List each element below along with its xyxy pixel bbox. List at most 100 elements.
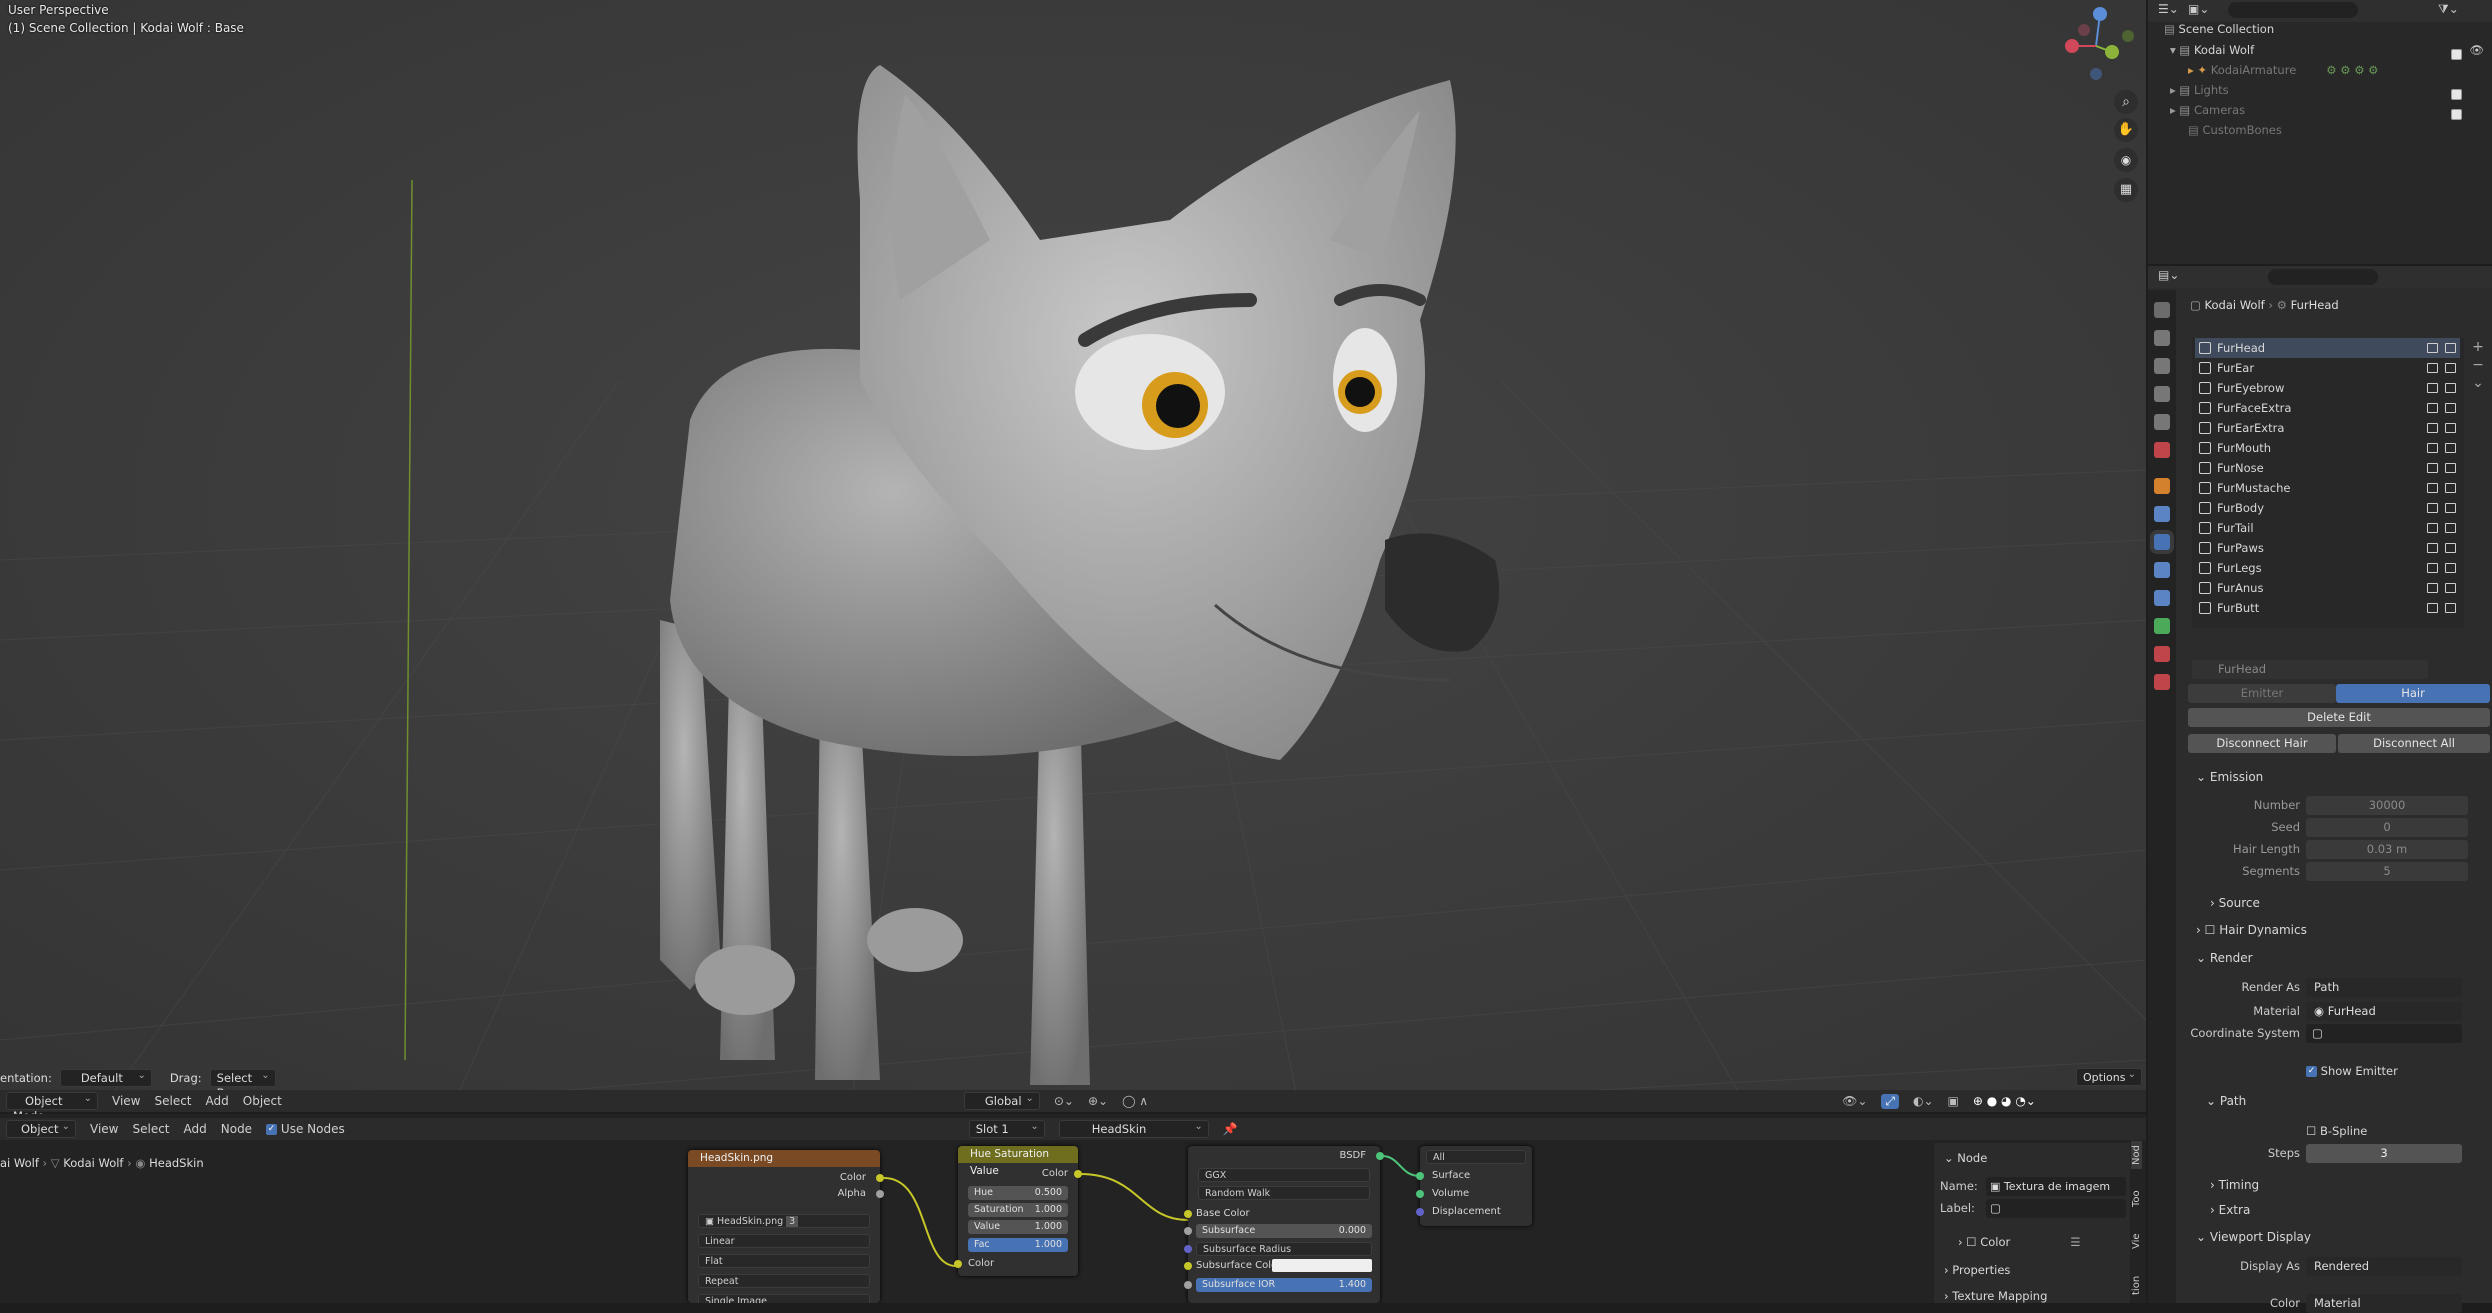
node-editor[interactable]: Object View Select Add Node ✓ Use Nodes … bbox=[0, 1114, 2146, 1303]
image-datablock[interactable]: ▣ HeadSkin.png 3 bbox=[698, 1214, 870, 1228]
snap-icon[interactable]: ⊕⌄ bbox=[1088, 1094, 1108, 1108]
projection-select[interactable]: Flat bbox=[698, 1254, 870, 1268]
constraints-tab-icon[interactable] bbox=[2154, 590, 2170, 606]
physics-tab-icon[interactable] bbox=[2154, 562, 2170, 578]
outliner-search-input[interactable] bbox=[2228, 2, 2358, 18]
image-texture-node[interactable]: HeadSkin.png Color Alpha ▣ HeadSkin.png … bbox=[688, 1150, 884, 1303]
source-select[interactable]: Single Image bbox=[698, 1294, 870, 1303]
particle-system-item[interactable]: FurPaws bbox=[2195, 538, 2460, 558]
subsurface-ior-field[interactable]: Subsurface IOR 1.400 bbox=[1196, 1278, 1372, 1292]
viewport-display-panel-header[interactable]: ⌄ Viewport Display bbox=[2196, 1228, 2311, 1246]
color-input-socket[interactable] bbox=[954, 1260, 962, 1268]
mode-select[interactable]: Object Mode bbox=[6, 1091, 98, 1123]
list-add-remove-buttons[interactable]: + − ⌄ bbox=[2470, 338, 2486, 398]
subsurface-radius-socket[interactable] bbox=[1184, 1245, 1192, 1253]
menu-view[interactable]: View bbox=[112, 1094, 140, 1108]
node-panel-header[interactable]: ⌄ Node bbox=[1944, 1149, 1987, 1167]
properties-editor-icon[interactable]: ▤⌄ bbox=[2158, 268, 2179, 282]
outliner-item-cameras[interactable]: ▸ ▤ Cameras bbox=[2148, 100, 2492, 120]
hair-type-button[interactable]: Hair bbox=[2336, 684, 2490, 703]
outliner-item-lights[interactable]: ▸ ▤ Lights bbox=[2148, 80, 2492, 100]
exclude-checkbox[interactable] bbox=[2451, 49, 2462, 60]
orientation-select[interactable]: Default bbox=[59, 1068, 152, 1087]
render-panel-header[interactable]: ⌄ Render bbox=[2196, 949, 2253, 967]
tool-tab-icon[interactable] bbox=[2154, 302, 2170, 318]
menu-object[interactable]: Object bbox=[243, 1094, 282, 1108]
color-select[interactable]: Material bbox=[2306, 1294, 2462, 1313]
extra-panel-header[interactable]: › Extra bbox=[2210, 1201, 2250, 1219]
data-tab-icon[interactable] bbox=[2154, 618, 2170, 634]
object-tab-icon[interactable] bbox=[2154, 478, 2170, 494]
subsurface-color-swatch[interactable] bbox=[1272, 1259, 1372, 1272]
steps-field[interactable]: 3 bbox=[2306, 1144, 2462, 1163]
proportional-icon[interactable]: ◯ ∧ bbox=[1122, 1094, 1148, 1108]
eye-icon[interactable]: 👁 bbox=[2469, 40, 2484, 60]
camera-view-icon[interactable]: ◉ bbox=[2114, 148, 2138, 172]
disconnect-all-button[interactable]: Disconnect All bbox=[2338, 734, 2490, 753]
material-output-node[interactable]: All Surface Volume Displacement bbox=[1416, 1146, 1532, 1226]
render-tab-icon[interactable] bbox=[2154, 330, 2170, 346]
gizmo-toggle-icon[interactable]: ⤢ bbox=[1881, 1093, 1899, 1109]
particle-system-item[interactable]: FurAnus bbox=[2195, 578, 2460, 598]
particle-system-item[interactable]: FurHead bbox=[2195, 338, 2460, 358]
properties-search-input[interactable] bbox=[2268, 269, 2378, 285]
particle-system-item[interactable]: FurLegs bbox=[2195, 558, 2460, 578]
sidebar-tab-option[interactable]: tion bbox=[2131, 1272, 2142, 1299]
hue-field[interactable]: Hue 0.500 bbox=[968, 1186, 1068, 1200]
particles-tab-icon[interactable] bbox=[2154, 534, 2170, 550]
fac-field[interactable]: Fac 1.000 bbox=[968, 1238, 1068, 1252]
display-mode-icon[interactable]: ▣⌄ bbox=[2188, 2, 2209, 16]
particle-system-item[interactable]: FurEyebrow bbox=[2195, 378, 2460, 398]
volume-socket[interactable] bbox=[1416, 1190, 1424, 1198]
output-tab-icon[interactable] bbox=[2154, 358, 2170, 374]
render-as-select[interactable]: Path bbox=[2306, 978, 2462, 997]
display-as-select[interactable]: Rendered bbox=[2306, 1257, 2462, 1276]
alpha-output-socket[interactable] bbox=[876, 1190, 884, 1198]
zoom-icon[interactable]: ⌕ bbox=[2114, 90, 2138, 114]
displacement-socket[interactable] bbox=[1416, 1208, 1424, 1216]
delete-edit-button[interactable]: Delete Edit bbox=[2188, 708, 2490, 727]
node-label-field[interactable]: ▢ bbox=[1986, 1199, 2126, 1218]
sidebar-tab-node[interactable]: Nod bbox=[2131, 1141, 2142, 1169]
particle-system-item[interactable]: FurBody bbox=[2195, 498, 2460, 518]
outliner-scene-collection[interactable]: ▤ Scene Collection bbox=[2148, 19, 2492, 39]
outliner-item-armature[interactable]: ▸ ✦ KodaiArmature ⚙ ⚙ ⚙ ⚙ bbox=[2148, 60, 2492, 80]
number-field[interactable]: 30000 bbox=[2306, 796, 2468, 815]
particle-system-item[interactable]: FurMouth bbox=[2195, 438, 2460, 458]
surface-socket[interactable] bbox=[1416, 1172, 1424, 1180]
outliner-item-kodai-wolf[interactable]: ▾ ▤ Kodai Wolf 👁 bbox=[2148, 40, 2492, 60]
segments-field[interactable]: 5 bbox=[2306, 862, 2468, 881]
subsurface-socket[interactable] bbox=[1184, 1227, 1192, 1235]
path-panel-header[interactable]: ⌄ Path bbox=[2206, 1092, 2246, 1110]
node-name-field[interactable]: ▣ Textura de imagem bbox=[1986, 1177, 2126, 1196]
color-output-socket[interactable] bbox=[1074, 1170, 1082, 1178]
particle-system-item[interactable]: FurFaceExtra bbox=[2195, 398, 2460, 418]
disconnect-hair-button[interactable]: Disconnect Hair bbox=[2188, 734, 2336, 753]
show-emitter-checkbox[interactable]: ✓ Show Emitter bbox=[2306, 1062, 2398, 1080]
emitter-type-button[interactable]: Emitter bbox=[2188, 684, 2336, 703]
hair-length-field[interactable]: 0.03 m bbox=[2306, 840, 2468, 859]
menu-select[interactable]: Select bbox=[154, 1094, 191, 1108]
interpolation-select[interactable]: Linear bbox=[698, 1234, 870, 1248]
material-select[interactable]: ◉ FurHead bbox=[2306, 1002, 2462, 1021]
filter-icon[interactable]: ⧩⌄ bbox=[2438, 2, 2459, 17]
bsdf-output-socket[interactable] bbox=[1376, 1152, 1384, 1160]
material-tab-icon[interactable] bbox=[2154, 646, 2170, 662]
bspline-checkbox[interactable]: ☐ B-Spline bbox=[2306, 1122, 2367, 1140]
texture-tab-icon[interactable] bbox=[2154, 674, 2170, 690]
emission-panel-header[interactable]: ⌄ Emission bbox=[2196, 768, 2263, 786]
ortho-grid-icon[interactable]: ▦ bbox=[2114, 178, 2138, 202]
outliner-item-custombones[interactable]: ▤ CustomBones bbox=[2148, 120, 2492, 140]
extension-select[interactable]: Repeat bbox=[698, 1274, 870, 1288]
particle-system-item[interactable]: FurEarExtra bbox=[2195, 418, 2460, 438]
menu-add[interactable]: Add bbox=[206, 1094, 229, 1108]
pan-hand-icon[interactable]: ✋ bbox=[2114, 118, 2138, 142]
sidebar-tab-tool[interactable]: Too bbox=[2131, 1186, 2142, 1211]
hue-saturation-node[interactable]: Hue Saturation Value Color Hue 0.500 Satu… bbox=[954, 1146, 1082, 1276]
navigation-gizmo[interactable] bbox=[2050, 2, 2140, 92]
sidebar-tab-view[interactable]: Vie bbox=[2131, 1229, 2142, 1253]
source-panel-header[interactable]: › Source bbox=[2210, 894, 2260, 912]
color-output-socket[interactable] bbox=[876, 1174, 884, 1182]
shading-solid-icon[interactable]: ⊕ ● ◕ ◔⌄ bbox=[1973, 1094, 2036, 1108]
subsurface-field[interactable]: Subsurface 0.000 bbox=[1196, 1224, 1372, 1238]
